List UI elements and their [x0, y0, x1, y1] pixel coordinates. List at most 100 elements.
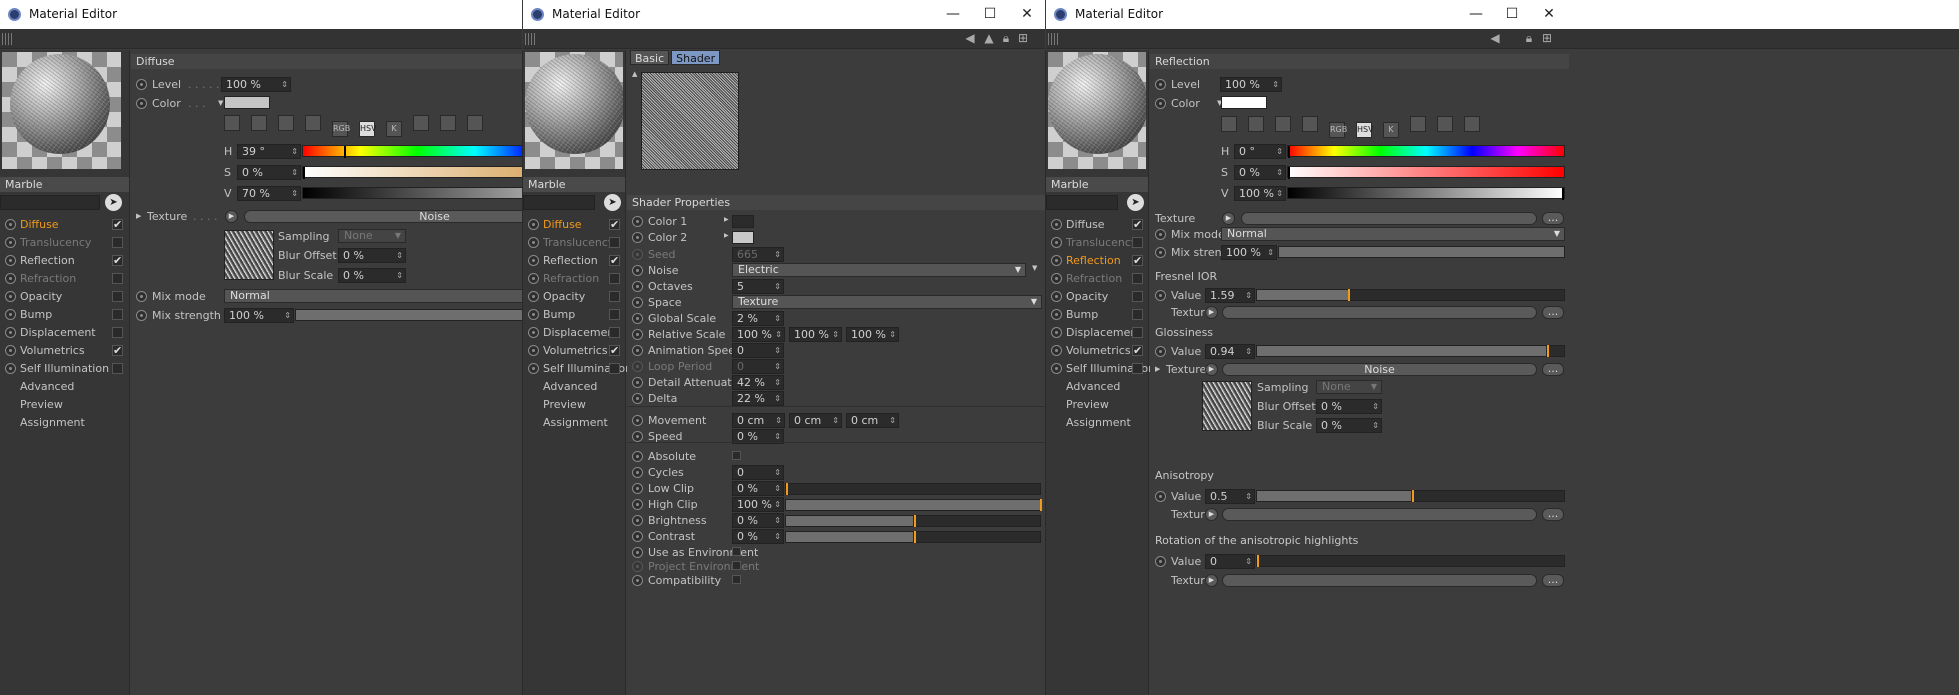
maximize-button[interactable]: ☐ [980, 4, 1000, 24]
channel-radio[interactable] [1051, 255, 1062, 266]
channel-radio[interactable] [5, 237, 16, 248]
level-input[interactable]: 100 % ⇕ [1220, 77, 1282, 92]
lock-icon[interactable]: 🔒︎ [1522, 31, 1536, 46]
channel-radio[interactable] [5, 327, 16, 338]
spin-icon[interactable]: ⇕ [291, 187, 298, 200]
aniso-value-input[interactable]: 0.5 ⇕ [1205, 489, 1255, 504]
animate-radio[interactable] [632, 561, 643, 572]
movement-input-2[interactable]: 0 cm ⇕ [789, 413, 842, 428]
eyedropper-icon[interactable] [1464, 116, 1480, 132]
texture-menu-button[interactable]: ▶ [225, 210, 238, 223]
gloss-value-input[interactable]: 0.94 ⇕ [1205, 344, 1255, 359]
pick-arrow-icon[interactable]: ➤ [1127, 194, 1144, 211]
hue-slider[interactable] [1287, 145, 1565, 158]
channel-checkbox[interactable]: ✔ [609, 345, 620, 356]
spin-icon[interactable]: ⇕ [396, 249, 403, 262]
channel-advanced[interactable]: Advanced [523, 378, 623, 395]
compat-checkbox[interactable] [732, 575, 741, 584]
channel-diffuse[interactable]: Diffuse ✔ [1046, 216, 1146, 233]
grip-icon[interactable] [525, 33, 535, 45]
channel-checkbox[interactable] [609, 237, 620, 248]
noise-dropdown[interactable]: Electric ▼ [732, 263, 1026, 277]
animate-radio[interactable] [1155, 556, 1166, 567]
cycles-input[interactable]: 0 ⇕ [732, 465, 784, 480]
loop-period-input[interactable]: 0 ⇕ [732, 359, 784, 374]
channel-reflection[interactable]: Reflection ✔ [523, 252, 623, 269]
wheel-icon[interactable] [1248, 116, 1264, 132]
pick-arrow-icon[interactable]: ➤ [604, 194, 621, 211]
channel-checkbox[interactable] [112, 363, 123, 374]
animate-radio[interactable] [632, 329, 643, 340]
blur-offset-input[interactable]: 0 % ⇕ [1316, 399, 1382, 414]
channel-diffuse[interactable]: Diffuse ✔ [0, 216, 126, 233]
mix-mode-dropdown[interactable]: Normal▼ [224, 289, 522, 303]
fresnel-value-input[interactable]: 1.59 ⇕ [1205, 288, 1255, 303]
channel-radio[interactable] [528, 291, 539, 302]
hue-input[interactable]: 39 ° ⇕ [237, 144, 301, 159]
delta-input[interactable]: 22 % ⇕ [732, 391, 784, 406]
spin-icon[interactable]: ⇕ [832, 328, 839, 341]
spin-icon[interactable]: ⇕ [1276, 187, 1283, 200]
value-slider[interactable] [302, 187, 522, 199]
channel-assignment[interactable]: Assignment [1046, 414, 1146, 431]
sampling-dropdown[interactable]: None ▼ [1316, 380, 1382, 394]
channel-checkbox[interactable]: ✔ [112, 255, 123, 266]
channel-checkbox[interactable]: ✔ [609, 255, 620, 266]
use-env-checkbox[interactable] [732, 547, 741, 556]
gloss-texture-button[interactable]: Noise [1222, 363, 1537, 376]
animate-radio[interactable] [632, 431, 643, 442]
channel-checkbox[interactable]: ✔ [609, 219, 620, 230]
wheel-icon[interactable] [251, 115, 267, 131]
channel-assignment[interactable]: Assignment [523, 414, 623, 431]
channel-radio[interactable] [5, 273, 16, 284]
slider-handle[interactable] [1411, 490, 1414, 502]
channel-advanced[interactable]: Advanced [0, 378, 126, 395]
channel-refraction[interactable]: Refraction [0, 270, 126, 287]
image-icon[interactable] [224, 115, 240, 131]
animate-radio[interactable] [632, 313, 643, 324]
channel-displacement[interactable]: Displacement [1046, 324, 1146, 341]
hue-input[interactable]: 0 ° ⇕ [1234, 144, 1286, 159]
noise-preview[interactable] [641, 72, 739, 170]
mix-strength-slider[interactable] [295, 309, 522, 321]
saturation-picker[interactable] [303, 167, 305, 179]
channel-checkbox[interactable] [609, 363, 620, 374]
spin-icon[interactable]: ⇕ [775, 414, 782, 427]
animate-radio[interactable] [632, 281, 643, 292]
channel-self-illumination[interactable]: Self Illumination [1046, 360, 1155, 377]
texture-more-button[interactable]: ... [1542, 212, 1564, 225]
rot-slider[interactable] [1256, 555, 1565, 567]
value-slider[interactable] [1287, 187, 1565, 200]
channel-radio[interactable] [1051, 219, 1062, 230]
picture-icon[interactable] [305, 115, 321, 131]
animate-radio[interactable] [136, 291, 147, 302]
blur-scale-input[interactable]: 0 % ⇕ [1316, 418, 1382, 433]
maximize-button[interactable]: ☐ [1502, 4, 1522, 24]
channel-bump[interactable]: Bump [0, 306, 126, 323]
animate-radio[interactable] [1155, 229, 1166, 240]
blur-scale-input[interactable]: 0 % ⇕ [338, 268, 406, 283]
animate-radio[interactable] [632, 232, 643, 243]
channel-opacity[interactable]: Opacity [523, 288, 623, 305]
color-swatch[interactable] [224, 96, 270, 109]
channel-radio[interactable] [1051, 237, 1062, 248]
channel-displacement[interactable]: Displacement [523, 324, 623, 341]
channel-translucency[interactable]: Translucency [523, 234, 623, 251]
spin-icon[interactable]: ⇕ [774, 482, 781, 495]
spin-icon[interactable]: ⇕ [1267, 246, 1274, 259]
tab-shader[interactable]: Shader [671, 50, 721, 65]
channel-radio[interactable] [1051, 345, 1062, 356]
animate-radio[interactable] [632, 467, 643, 478]
grip-icon[interactable] [2, 33, 12, 45]
material-preview[interactable] [1048, 52, 1146, 169]
texture-more-button[interactable]: ... [1542, 574, 1564, 587]
space-dropdown[interactable]: Texture ▼ [732, 295, 1042, 309]
animate-radio[interactable] [136, 79, 147, 90]
channel-radio[interactable] [528, 309, 539, 320]
slider-handle[interactable] [1547, 345, 1550, 357]
minimize-button[interactable]: — [943, 4, 963, 24]
channel-self-illumination[interactable]: Self Illumination [523, 360, 632, 377]
spin-icon[interactable]: ⇕ [774, 360, 781, 373]
project-env-checkbox[interactable] [732, 561, 741, 570]
animate-radio[interactable] [632, 451, 643, 462]
